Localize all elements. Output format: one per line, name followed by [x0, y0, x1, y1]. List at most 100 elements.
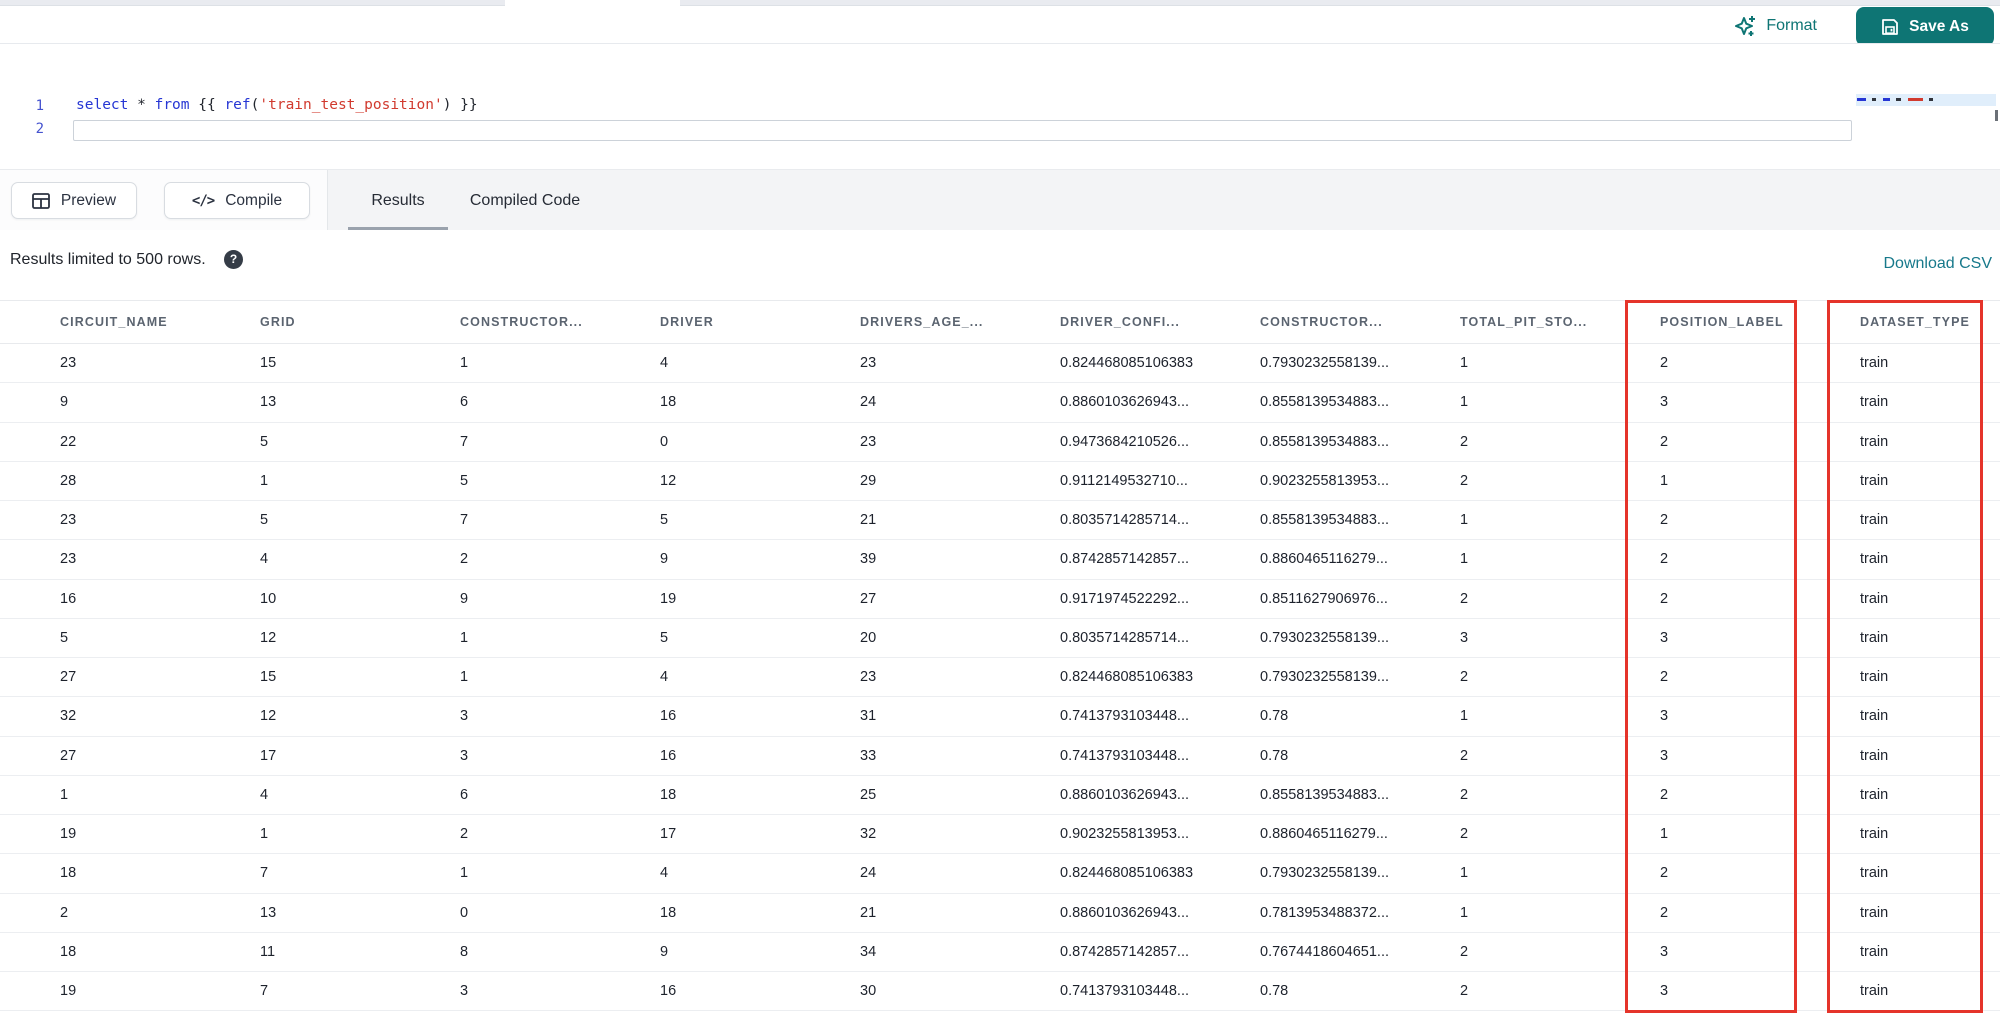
table-cell: 3	[460, 747, 469, 764]
minimap-mark	[1872, 98, 1877, 101]
table-cell: 0.7930232558139...	[1260, 865, 1390, 882]
table-cell: 9	[660, 551, 669, 568]
compile-button[interactable]: </> Compile	[164, 182, 310, 219]
tab-results-label: Results	[371, 191, 425, 209]
download-csv-link[interactable]: Download CSV	[1884, 255, 1993, 273]
table-row: 23 15 1 4 23 0.824468085106383 0.7930232558139…	[0, 344, 2000, 384]
table-cell: 6	[460, 394, 469, 411]
table-cell: 18	[660, 904, 677, 921]
table-cell: 3	[1660, 708, 1669, 725]
table-cell: 20	[860, 629, 877, 646]
table-cell: 2	[1660, 512, 1669, 529]
table-cell: 0.8511627906976...	[1260, 590, 1388, 607]
table-cell: 2	[1460, 472, 1469, 489]
minimap-mark	[1896, 98, 1902, 101]
table-cell: 0	[460, 904, 469, 921]
table-cell: 2	[1460, 747, 1469, 764]
table-cell: 16	[660, 747, 677, 764]
table-row: 23 5 7 5 21 0.8035714285714... 0.8558139534883…	[0, 501, 2000, 541]
table-cell: 0.7930232558139...	[1260, 629, 1390, 646]
line-number-2: 2	[35, 121, 44, 137]
table-row: 2 13 0 18 21 0.8860103626943... 0.781395348837…	[0, 893, 2000, 933]
table-cell: 3	[460, 983, 469, 1000]
table-cell: 18	[660, 394, 677, 411]
preview-button[interactable]: Preview	[11, 182, 137, 219]
help-icon[interactable]: ?	[224, 250, 243, 269]
table-cell: 0.8742857142857...	[1060, 551, 1190, 568]
code-minimap[interactable]	[1856, 94, 1996, 106]
table-cell: 2	[1660, 904, 1669, 921]
table-row: 9 13 6 18 24 0.8860103626943... 0.855813953488…	[0, 383, 2000, 423]
table-cell: 2	[1660, 865, 1669, 882]
table-row: 18 7 1 4 24 0.824468085106383 0.7930232558139.…	[0, 854, 2000, 894]
table-cell: 0.8860103626943...	[1060, 394, 1190, 411]
table-cell: 2	[460, 551, 469, 568]
table-row: 5 12 1 5 20 0.8035714285714... 0.7930232558139…	[0, 618, 2000, 658]
table-cell: 23	[60, 512, 77, 529]
table-cell: 0.8860103626943...	[1060, 786, 1190, 803]
save-as-button[interactable]: Save As	[1856, 7, 1994, 46]
table-cell: 2	[1660, 669, 1669, 686]
table-cell: 12	[260, 708, 277, 725]
table-cell: 5	[260, 512, 269, 529]
table-cell: 23	[60, 551, 77, 568]
table-cell: 1	[260, 472, 269, 489]
table-cell: 5	[260, 433, 269, 450]
table-cell: 18	[660, 786, 677, 803]
table-cell: 0	[660, 433, 669, 450]
tab-results[interactable]: Results	[348, 170, 448, 231]
column-header: CONSTRUCTOR...	[460, 315, 583, 329]
table-cell: train	[1860, 629, 1889, 646]
table-cell: 0.7413793103448...	[1060, 747, 1190, 764]
table-cell: train	[1860, 512, 1889, 529]
table-cell: 0.8860465116279...	[1260, 551, 1388, 568]
code-token-plain: }}	[451, 97, 478, 113]
table-cell: 32	[860, 826, 877, 843]
table-cell: 6	[460, 786, 469, 803]
table-cell: 11	[260, 943, 276, 960]
editor-header-bar: Format Save As	[0, 6, 2000, 46]
table-cell: 2	[60, 904, 69, 921]
table-cell: 19	[660, 590, 677, 607]
table-cell: 27	[60, 669, 77, 686]
table-cell: 2	[1660, 433, 1669, 450]
table-cell: train	[1860, 590, 1889, 607]
editor-scrollbar[interactable]	[1995, 110, 1998, 121]
table-cell: 16	[660, 983, 677, 1000]
code-line[interactable]: select * from {{ ref('train_test_positio…	[76, 97, 478, 113]
table-cell: 2	[1460, 433, 1469, 450]
tab-compiled-code-label: Compiled Code	[469, 191, 581, 209]
table-cell: 21	[860, 512, 877, 529]
table-cell: 1	[460, 865, 469, 882]
format-button[interactable]: Format	[1735, 14, 1817, 38]
table-cell: 16	[60, 590, 77, 607]
table-cell: 0.8558139534883...	[1260, 433, 1390, 450]
table-cell: 1	[460, 669, 469, 686]
table-cell: 10	[260, 590, 277, 607]
table-cell: 9	[60, 394, 69, 411]
table-cell: 21	[860, 904, 877, 921]
table-cell: 28	[60, 472, 77, 489]
table-cell: 17	[660, 826, 677, 843]
sql-editor[interactable]: 1 2 select * from {{ ref('train_test_pos…	[0, 44, 2000, 169]
table-cell: 1	[460, 629, 469, 646]
table-cell: 8	[460, 943, 469, 960]
minimap-mark	[1857, 98, 1866, 101]
tab-compiled-code[interactable]: Compiled Code	[452, 170, 598, 231]
column-header: GRID	[260, 315, 296, 329]
results-info-bar: Results limited to 500 rows. ? Download …	[0, 230, 2000, 300]
active-line-highlight[interactable]	[73, 120, 1852, 141]
table-cell: 3	[1660, 629, 1669, 646]
table-cell: 25	[860, 786, 877, 803]
table-cell: train	[1860, 904, 1889, 921]
table-cell: 17	[260, 747, 277, 764]
sparkles-icon	[1735, 14, 1757, 38]
table-cell: train	[1860, 669, 1889, 686]
table-cell: 18	[60, 865, 77, 882]
table-cell: 3	[1460, 629, 1469, 646]
table-cell: 24	[860, 394, 877, 411]
table-icon	[32, 192, 50, 209]
table-cell: 31	[860, 708, 877, 725]
table-cell: 13	[260, 394, 277, 411]
